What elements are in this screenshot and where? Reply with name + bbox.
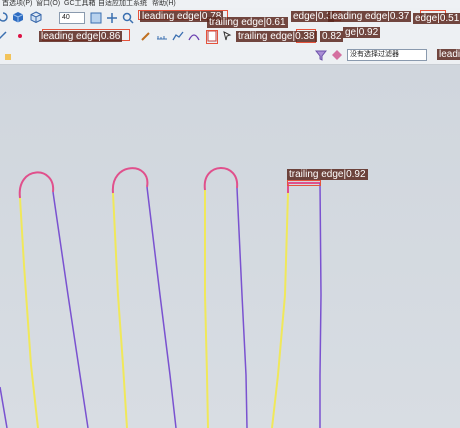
arrow-icon[interactable]	[0, 30, 8, 42]
blade-3-tip-curve	[203, 167, 239, 191]
blade-1-trailing-edge-curve	[52, 191, 89, 428]
annotation-label: leading edge|0.86	[39, 31, 123, 42]
filter-funnel-icon[interactable]	[315, 49, 327, 61]
blade-2-leading-edge-curve	[112, 192, 128, 428]
detection-box-trailing-edge-2	[206, 30, 218, 44]
menu-adaptive-machining[interactable]: 自适应加工系统	[98, 0, 147, 8]
analysis-icon[interactable]	[172, 30, 184, 42]
measure-icon[interactable]	[156, 30, 168, 42]
blade-1-tip-curve	[18, 171, 55, 199]
blade-4-trailing-edge-curve	[319, 182, 322, 428]
blade-3-trailing-edge-curve	[236, 187, 248, 428]
blade-1-leading-edge-curve	[19, 197, 39, 428]
blade-2-tip-curve	[111, 167, 149, 194]
selection-scope-icon[interactable]	[331, 49, 343, 61]
annotation-label: edge|0.51	[413, 13, 460, 24]
blade-curves	[0, 167, 322, 428]
blade-2-trailing-edge-curve	[146, 186, 177, 428]
annotation-label: trailing edge|0.61	[207, 17, 288, 28]
snap-point-icon[interactable]	[14, 30, 26, 42]
annotation-label: ge|0.92	[343, 27, 381, 38]
edit-icon[interactable]	[140, 30, 152, 42]
menu-gc-toolbox[interactable]: GC工具箱	[64, 0, 96, 8]
rotate-icon[interactable]	[0, 11, 9, 23]
graphics-viewport[interactable]	[0, 65, 460, 428]
annotation-label: trailing edge|0.92	[287, 169, 368, 180]
annotation-label: 0.82	[320, 31, 344, 42]
menu-help[interactable]: 帮助(H)	[152, 0, 176, 8]
solid-cube-icon[interactable]	[12, 11, 24, 23]
fit-view-icon[interactable]	[90, 12, 102, 24]
detection-box-trailing-edge-4	[287, 180, 321, 186]
wire-cube-icon[interactable]	[30, 11, 42, 23]
zoom-icon[interactable]	[122, 12, 134, 24]
zoom-select[interactable]: 40	[59, 12, 85, 24]
blade-4-leading-edge-curve	[271, 192, 289, 428]
blade-0-trailing-edge-curve	[0, 386, 8, 428]
menu-preferences[interactable]: 首选项(P)	[2, 0, 32, 8]
blade-3-leading-edge-curve	[204, 190, 209, 428]
menu-bar: 首选项(P) 窗口(O) GC工具箱 自适应加工系统 帮助(H)	[0, 0, 460, 8]
menu-window[interactable]: 窗口(O)	[36, 0, 60, 8]
pan-icon[interactable]	[106, 12, 118, 24]
annotation-label: trailing edge|0.38	[236, 31, 317, 42]
toolbar-row-3: 没有选择过滤器	[0, 46, 460, 65]
annotation-label: leadi	[437, 49, 460, 60]
curve-icon[interactable]	[188, 30, 200, 42]
select-icon[interactable]	[222, 30, 234, 42]
selection-filter-select[interactable]: 没有选择过滤器	[347, 49, 427, 61]
annotation-label: leading edge|0.37	[328, 11, 412, 22]
hand-icon[interactable]	[2, 49, 14, 61]
